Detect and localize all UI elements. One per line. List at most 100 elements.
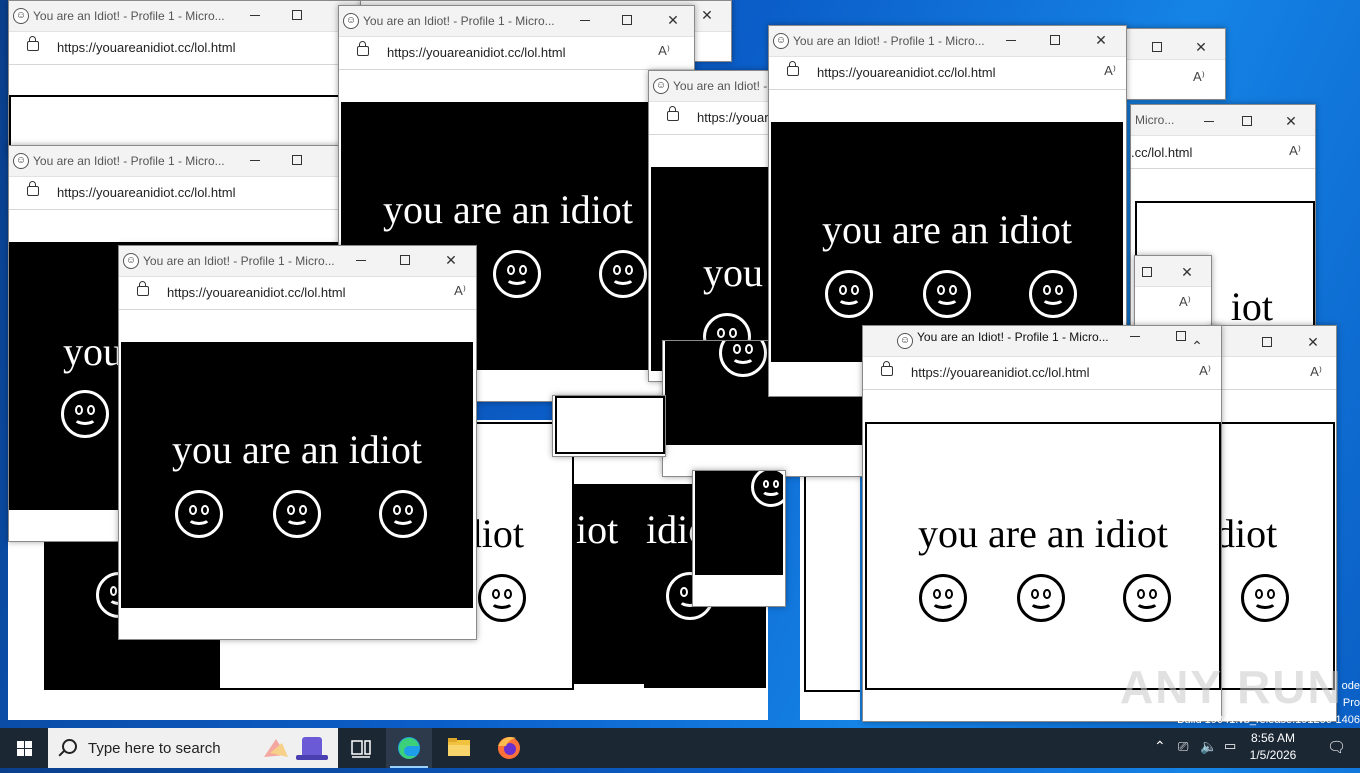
title-bar[interactable]: ☺ You are an Idiot! - Profile 1 - Micro.… xyxy=(9,146,369,177)
message-text: you are an idiot xyxy=(822,207,1072,252)
title-bar[interactable]: Micro... ✕ xyxy=(1131,105,1315,136)
url-text[interactable]: .cc/lol.html xyxy=(1131,145,1192,160)
window-title: You are an Idiot! - Profile 1 - Micro... xyxy=(33,9,225,23)
read-aloud-icon[interactable]: A⁾ xyxy=(1104,63,1116,79)
edge-icon xyxy=(398,737,420,759)
address-bar[interactable]: https://youareanidiot.cc/lol.html A⁾ xyxy=(863,357,1221,390)
url-text[interactable]: https://youareanidiot.cc/lol.html xyxy=(57,40,235,55)
browser-window[interactable] xyxy=(800,470,860,720)
address-bar[interactable]: https://youareanidiot.cc/lol.html xyxy=(9,32,369,65)
close-button[interactable]: ✕ xyxy=(1283,113,1299,129)
title-bar[interactable]: ☺ You are an Idiot! - Profile 1 - Micro.… xyxy=(769,26,1126,57)
address-bar[interactable]: https://youareanidiot.cc/lol.html xyxy=(9,177,369,210)
search-box[interactable]: Type here to search xyxy=(48,728,338,768)
clock-time: 8:56 AM xyxy=(1250,731,1296,745)
browser-window[interactable]: ✕ A⁾ xyxy=(1120,28,1226,100)
title-bar[interactable]: ☺ You are an Idiot! - Profile 1 - Micro.… xyxy=(9,1,369,32)
maximize-button[interactable] xyxy=(289,7,305,23)
volume-icon[interactable]: 🔈 xyxy=(1200,738,1217,755)
task-view-button[interactable] xyxy=(338,728,384,768)
browser-window[interactable]: ☺ You are an Idiot! - Profile 1 - Micro.… xyxy=(8,0,370,152)
minimize-button[interactable] xyxy=(353,252,369,268)
minimize-button[interactable] xyxy=(1201,113,1217,129)
file-explorer-taskbar-button[interactable] xyxy=(436,728,482,768)
address-bar[interactable]: https://youareanidiot.cc/lol.html A⁾ xyxy=(339,37,694,70)
close-button[interactable]: ✕ xyxy=(1193,39,1209,55)
title-bar[interactable]: ✕ xyxy=(1211,326,1336,357)
read-aloud-icon[interactable]: A⁾ xyxy=(658,43,670,59)
chevron-up-icon[interactable]: ⌃ xyxy=(1189,338,1205,354)
maximize-button[interactable] xyxy=(289,152,305,168)
title-bar[interactable]: ☺ You are an Idiot! - Profile 1 - Micro.… xyxy=(339,6,694,37)
windows-start-icon xyxy=(17,741,32,756)
message-panel: diot xyxy=(1213,422,1335,690)
message-panel xyxy=(695,471,785,575)
maximize-button[interactable] xyxy=(1139,264,1155,280)
maximize-button[interactable] xyxy=(1259,334,1275,350)
minimize-button[interactable] xyxy=(1127,328,1143,344)
url-text[interactable]: https://youareanidiot.cc/lol.html xyxy=(387,45,565,60)
search-highlight-icon xyxy=(264,737,328,760)
window-title: You are an Idiot! - Profile 1 - Micro... xyxy=(917,330,1109,344)
close-button[interactable]: ✕ xyxy=(665,12,681,28)
close-button[interactable]: ✕ xyxy=(1305,334,1321,350)
title-bar[interactable]: ☺ You are an Idiot! - Profile 1 - Micro.… xyxy=(863,326,1221,357)
smiley-icon xyxy=(478,574,526,622)
smiley-icon xyxy=(1017,574,1065,622)
message-panel xyxy=(9,95,353,151)
url-text[interactable]: https://youareanidiot.cc/lol.html xyxy=(911,365,1089,380)
message-panel xyxy=(555,396,665,454)
maximize-button[interactable] xyxy=(397,252,413,268)
address-bar[interactable]: https://youareanidiot.cc/lol.html A⁾ xyxy=(769,57,1126,90)
url-text[interactable]: https://youareanidiot.cc/lol.html xyxy=(57,185,235,200)
minimize-button[interactable] xyxy=(247,152,263,168)
build-line: Pro xyxy=(1342,697,1360,709)
close-button[interactable]: ✕ xyxy=(443,252,459,268)
lock-icon xyxy=(881,361,893,376)
url-text[interactable]: https://youareanidiot.cc/lol.html xyxy=(817,65,995,80)
close-button[interactable]: ✕ xyxy=(1179,264,1195,280)
read-aloud-icon[interactable]: A⁾ xyxy=(1179,294,1191,310)
notification-icon[interactable]: 🗨 xyxy=(1327,738,1346,756)
maximize-button[interactable] xyxy=(619,12,635,28)
clock[interactable]: 8:56 AM 1/5/2026 xyxy=(1238,730,1308,764)
network-icon[interactable]: ⎚ xyxy=(1178,739,1188,755)
smiley-favicon-icon: ☺ xyxy=(13,153,29,169)
display-icon[interactable]: ▭ xyxy=(1224,738,1236,754)
window-title: You are an Idiot! - Profile 1 - Micro... xyxy=(33,154,225,168)
edge-taskbar-button[interactable] xyxy=(386,728,432,768)
browser-window[interactable]: ✕ A⁾ xyxy=(1134,255,1212,332)
read-aloud-icon[interactable]: A⁾ xyxy=(1199,363,1211,379)
minimize-button[interactable] xyxy=(577,12,593,28)
start-button[interactable] xyxy=(0,728,48,768)
read-aloud-icon[interactable]: A⁾ xyxy=(1310,364,1322,380)
browser-window[interactable]: ☺ You are an Idiot! - Profile 1 - Micro.… xyxy=(118,245,477,640)
read-aloud-icon[interactable]: A⁾ xyxy=(1193,69,1205,85)
maximize-button[interactable] xyxy=(1239,113,1255,129)
chevron-up-icon[interactable]: ⌃ xyxy=(1154,738,1166,755)
browser-window[interactable] xyxy=(692,470,786,607)
smiley-icon xyxy=(1123,574,1171,622)
url-text[interactable]: https://youareanidiot.cc/lol.html xyxy=(167,285,345,300)
address-bar[interactable]: https://youareanidiot.cc/lol.html A⁾ xyxy=(119,277,476,310)
title-bar[interactable]: ✕ xyxy=(1121,29,1225,60)
maximize-button[interactable] xyxy=(1173,328,1189,344)
read-aloud-icon[interactable]: A⁾ xyxy=(454,283,466,299)
firefox-taskbar-button[interactable] xyxy=(486,728,532,768)
close-button[interactable]: ✕ xyxy=(1219,328,1221,344)
title-bar[interactable]: ☺ You are an Idiot! - Profile 1 - Micro.… xyxy=(119,246,476,277)
maximize-button[interactable] xyxy=(1149,39,1165,55)
browser-window[interactable] xyxy=(552,395,666,457)
minimize-button[interactable] xyxy=(1003,32,1019,48)
window-title: You are an Idiot! - Profile 1 - Micro... xyxy=(793,34,985,48)
close-button[interactable]: ✕ xyxy=(699,7,715,23)
title-bar[interactable]: ✕ xyxy=(1135,256,1211,287)
message-panel: iot xyxy=(574,484,644,684)
read-aloud-icon[interactable]: A⁾ xyxy=(1289,143,1301,159)
maximize-button[interactable] xyxy=(1047,32,1063,48)
firefox-icon xyxy=(498,737,520,759)
close-button[interactable]: ✕ xyxy=(1093,32,1109,48)
smiley-favicon-icon: ☺ xyxy=(773,33,789,49)
anyrun-watermark: ANY RUN xyxy=(1120,661,1343,713)
minimize-button[interactable] xyxy=(247,7,263,23)
